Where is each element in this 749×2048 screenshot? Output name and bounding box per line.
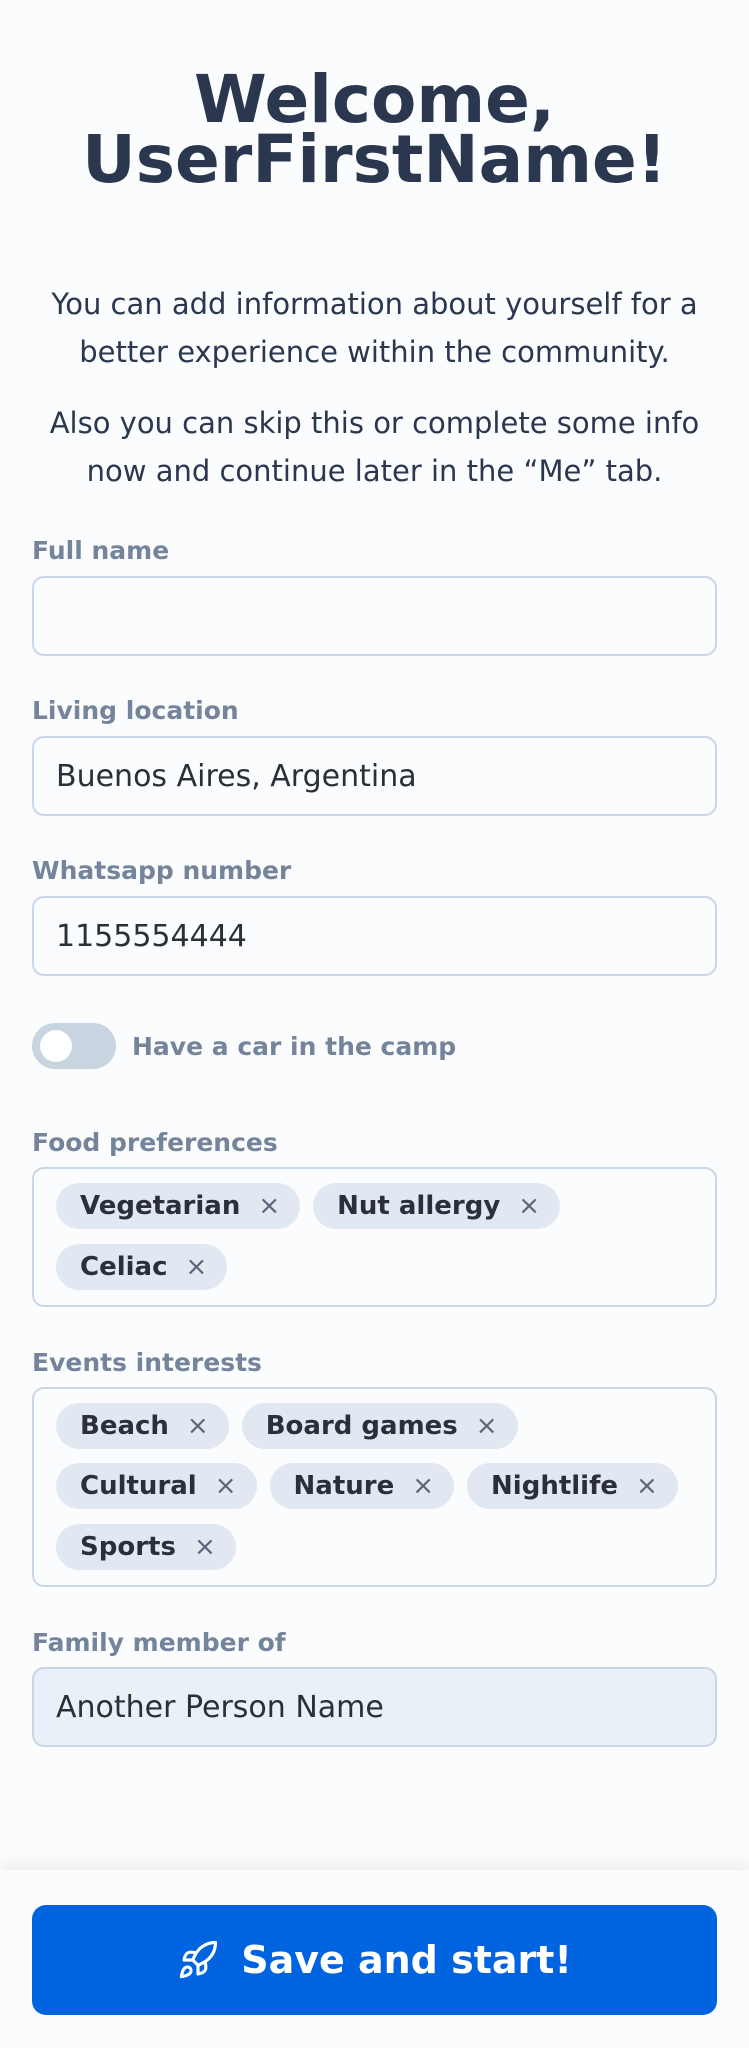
- profile-onboarding-page: Welcome, UserFirstName! You can add info…: [0, 0, 749, 2048]
- car-toggle-label: Have a car in the camp: [132, 1031, 457, 1061]
- chip-cultural: Cultural ×: [56, 1463, 257, 1510]
- family-member-label: Family member of: [32, 1628, 286, 1657]
- events-interests-label: Events interests: [32, 1348, 262, 1377]
- whatsapp-number-label: Whatsapp number: [32, 856, 292, 885]
- chip-label: Nightlife: [491, 1471, 619, 1502]
- page-title: Welcome, UserFirstName!: [0, 67, 749, 198]
- close-icon[interactable]: ×: [258, 1191, 280, 1221]
- close-icon[interactable]: ×: [476, 1411, 498, 1441]
- close-icon[interactable]: ×: [215, 1471, 237, 1501]
- chip-label: Vegetarian: [80, 1191, 241, 1221]
- save-button-label: Save and start!: [241, 1938, 572, 1982]
- chip-celiac: Celiac ×: [56, 1243, 228, 1290]
- chip-label: Nature: [293, 1471, 395, 1502]
- full-name-label: Full name: [32, 536, 170, 565]
- close-icon[interactable]: ×: [636, 1471, 658, 1501]
- chip-beach: Beach ×: [56, 1403, 229, 1449]
- close-icon[interactable]: ×: [412, 1471, 434, 1501]
- chip-sports: Sports ×: [56, 1523, 236, 1570]
- save-and-start-button[interactable]: Save and start!: [32, 1905, 717, 2015]
- chip-label: Sports: [80, 1531, 176, 1562]
- car-toggle-row: Have a car in the camp: [32, 1023, 456, 1069]
- close-icon[interactable]: ×: [194, 1532, 216, 1562]
- chip-nut-allergy: Nut allergy ×: [313, 1183, 561, 1229]
- close-icon[interactable]: ×: [187, 1411, 209, 1441]
- chip-label: Celiac: [80, 1251, 168, 1282]
- close-icon[interactable]: ×: [518, 1191, 540, 1221]
- chip-label: Cultural: [80, 1471, 197, 1502]
- living-location-label: Living location: [32, 696, 239, 725]
- intro-paragraph-2: Also you can skip this or complete some …: [49, 406, 700, 488]
- chip-board-games: Board games ×: [241, 1403, 518, 1449]
- full-name-input[interactable]: [32, 576, 717, 656]
- chip-label: Nut allergy: [337, 1191, 501, 1221]
- car-toggle-switch[interactable]: [32, 1023, 116, 1069]
- chip-label: Beach: [80, 1411, 169, 1441]
- toggle-knob: [40, 1030, 72, 1062]
- family-member-field: Another Person Name: [32, 1667, 717, 1747]
- chip-vegetarian: Vegetarian ×: [56, 1183, 301, 1229]
- close-icon[interactable]: ×: [186, 1252, 208, 1282]
- rocket-icon: [180, 1940, 218, 1979]
- whatsapp-number-input[interactable]: 1155554444: [32, 896, 717, 976]
- chip-nightlife: Nightlife ×: [467, 1463, 678, 1510]
- living-location-input[interactable]: Buenos Aires, Argentina: [32, 736, 717, 816]
- chip-nature: Nature ×: [269, 1463, 455, 1510]
- intro-paragraph-1: You can add information about yourself f…: [51, 287, 698, 369]
- chip-label: Board games: [265, 1411, 458, 1441]
- food-preferences-label: Food preferences: [32, 1128, 278, 1157]
- events-interests-selector[interactable]: Beach × Board games × Cultural × Nature …: [32, 1387, 717, 1587]
- title-line-2: UserFirstName!: [82, 121, 667, 198]
- food-preferences-selector[interactable]: Vegetarian × Nut allergy × Celiac ×: [32, 1167, 717, 1307]
